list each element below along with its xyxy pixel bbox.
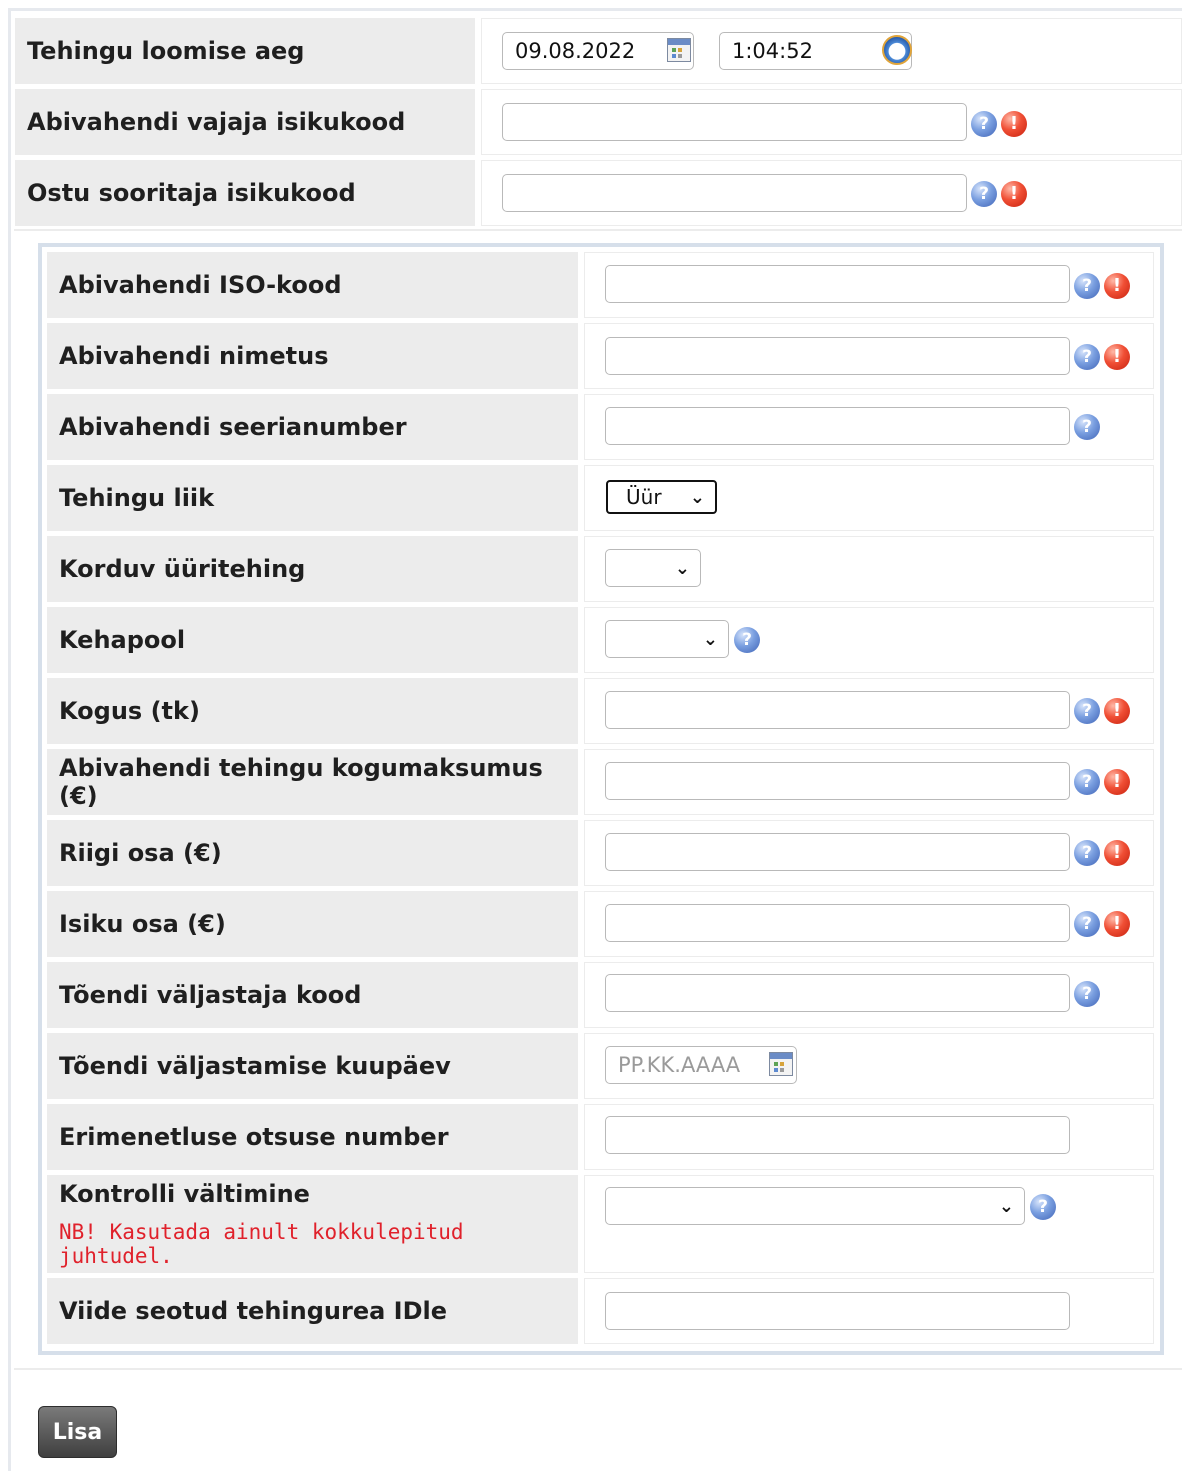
name-label: Abivahendi nimetus bbox=[47, 323, 578, 389]
transaction-type-select[interactable]: Üür ⌄ bbox=[606, 480, 717, 514]
serial-input[interactable] bbox=[605, 407, 1070, 445]
body-side-label: Kehapool bbox=[47, 607, 578, 673]
chevron-down-icon: ⌄ bbox=[689, 486, 705, 508]
calendar-icon[interactable] bbox=[667, 38, 691, 62]
required-icon: ! bbox=[1104, 840, 1130, 866]
help-icon[interactable]: ? bbox=[1030, 1194, 1056, 1220]
control-avoid-warning: NB! Kasutada ainult kokkulepitud juhtude… bbox=[59, 1220, 464, 1268]
transaction-type-label-text: Tehingu liik bbox=[59, 484, 215, 512]
chevron-down-icon: ⌄ bbox=[998, 1195, 1014, 1217]
needer-id-input[interactable] bbox=[502, 103, 967, 141]
special-procedure-input[interactable] bbox=[605, 1116, 1070, 1154]
total-cost-label-text: Abivahendi tehingu kogumaksumus (€) bbox=[59, 754, 543, 810]
help-icon[interactable]: ? bbox=[1074, 840, 1100, 866]
control-avoid-select[interactable]: ⌄ bbox=[605, 1187, 1025, 1225]
help-icon[interactable]: ? bbox=[1074, 414, 1100, 440]
quantity-label-text: Kogus (tk) bbox=[59, 697, 200, 725]
help-icon[interactable]: ? bbox=[971, 181, 997, 207]
help-icon[interactable]: ? bbox=[1074, 273, 1100, 299]
iso-code-label: Abivahendi ISO-kood bbox=[47, 252, 578, 318]
buyer-id-label-text: Ostu sooritaja isikukood bbox=[27, 179, 356, 207]
date-input[interactable] bbox=[502, 32, 694, 70]
body-side-label-text: Kehapool bbox=[59, 626, 186, 654]
help-icon[interactable]: ? bbox=[734, 627, 760, 653]
creation-time-label-text: Tehingu loomise aeg bbox=[27, 37, 305, 65]
recurring-rent-select[interactable]: ⌄ bbox=[605, 549, 701, 587]
total-cost-label: Abivahendi tehingu kogumaksumus (€) bbox=[47, 749, 578, 815]
linked-row-label: Viide seotud tehingurea IDle bbox=[47, 1278, 578, 1344]
iso-code-label-text: Abivahendi ISO-kood bbox=[59, 271, 342, 299]
certificate-issuer-input[interactable] bbox=[605, 974, 1070, 1012]
recurring-rent-label-text: Korduv üüritehing bbox=[59, 555, 306, 583]
linked-row-input[interactable] bbox=[605, 1292, 1070, 1330]
certificate-date-label-text: Tõendi väljastamise kuupäev bbox=[59, 1052, 451, 1080]
divider bbox=[14, 229, 1182, 231]
name-input[interactable] bbox=[605, 337, 1070, 375]
needer-id-label-text: Abivahendi vajaja isikukood bbox=[27, 108, 406, 136]
help-icon[interactable]: ? bbox=[1074, 698, 1100, 724]
buyer-id-input[interactable] bbox=[502, 174, 967, 212]
transaction-type-label: Tehingu liik bbox=[47, 465, 578, 531]
state-share-label-text: Riigi osa (€) bbox=[59, 839, 222, 867]
state-share-label: Riigi osa (€) bbox=[47, 820, 578, 886]
chevron-down-icon: ⌄ bbox=[702, 628, 718, 650]
divider bbox=[14, 1368, 1182, 1370]
required-icon: ! bbox=[1104, 698, 1130, 724]
serial-label-text: Abivahendi seerianumber bbox=[59, 413, 407, 441]
required-icon: ! bbox=[1001, 111, 1027, 137]
clock-icon[interactable] bbox=[882, 35, 912, 65]
help-icon[interactable]: ? bbox=[971, 111, 997, 137]
required-icon: ! bbox=[1001, 181, 1027, 207]
chevron-down-icon: ⌄ bbox=[674, 557, 690, 579]
name-label-text: Abivahendi nimetus bbox=[59, 342, 329, 370]
certificate-date-label: Tõendi väljastamise kuupäev bbox=[47, 1033, 578, 1099]
transaction-type-value: Üür bbox=[626, 485, 662, 509]
certificate-issuer-label-text: Tõendi väljastaja kood bbox=[59, 981, 362, 1009]
certificate-issuer-label: Tõendi väljastaja kood bbox=[47, 962, 578, 1028]
control-avoid-label-text: Kontrolli vältimine bbox=[59, 1180, 310, 1208]
required-icon: ! bbox=[1104, 769, 1130, 795]
help-icon[interactable]: ? bbox=[1074, 911, 1100, 937]
quantity-input[interactable] bbox=[605, 691, 1070, 729]
person-share-label: Isiku osa (€) bbox=[47, 891, 578, 957]
buyer-id-label: Ostu sooritaja isikukood bbox=[15, 160, 475, 226]
creation-time-label: Tehingu loomise aeg bbox=[15, 18, 475, 84]
help-icon[interactable]: ? bbox=[1074, 769, 1100, 795]
help-icon[interactable]: ? bbox=[1074, 344, 1100, 370]
person-share-input[interactable] bbox=[605, 904, 1070, 942]
control-avoid-label: Kontrolli vältimine NB! Kasutada ainult … bbox=[47, 1175, 578, 1273]
required-icon: ! bbox=[1104, 911, 1130, 937]
body-side-select[interactable]: ⌄ bbox=[605, 620, 729, 658]
person-share-label-text: Isiku osa (€) bbox=[59, 910, 226, 938]
needer-id-label: Abivahendi vajaja isikukood bbox=[15, 89, 475, 155]
add-button[interactable]: Lisa bbox=[38, 1406, 117, 1458]
calendar-icon[interactable] bbox=[769, 1052, 793, 1076]
required-icon: ! bbox=[1104, 344, 1130, 370]
special-procedure-label-text: Erimenetluse otsuse number bbox=[59, 1123, 449, 1151]
serial-label: Abivahendi seerianumber bbox=[47, 394, 578, 460]
iso-code-input[interactable] bbox=[605, 265, 1070, 303]
state-share-input[interactable] bbox=[605, 833, 1070, 871]
required-icon: ! bbox=[1104, 273, 1130, 299]
help-icon[interactable]: ? bbox=[1074, 981, 1100, 1007]
recurring-rent-label: Korduv üüritehing bbox=[47, 536, 578, 602]
linked-row-label-text: Viide seotud tehingurea IDle bbox=[59, 1297, 447, 1325]
quantity-label: Kogus (tk) bbox=[47, 678, 578, 744]
special-procedure-label: Erimenetluse otsuse number bbox=[47, 1104, 578, 1170]
total-cost-input[interactable] bbox=[605, 762, 1070, 800]
